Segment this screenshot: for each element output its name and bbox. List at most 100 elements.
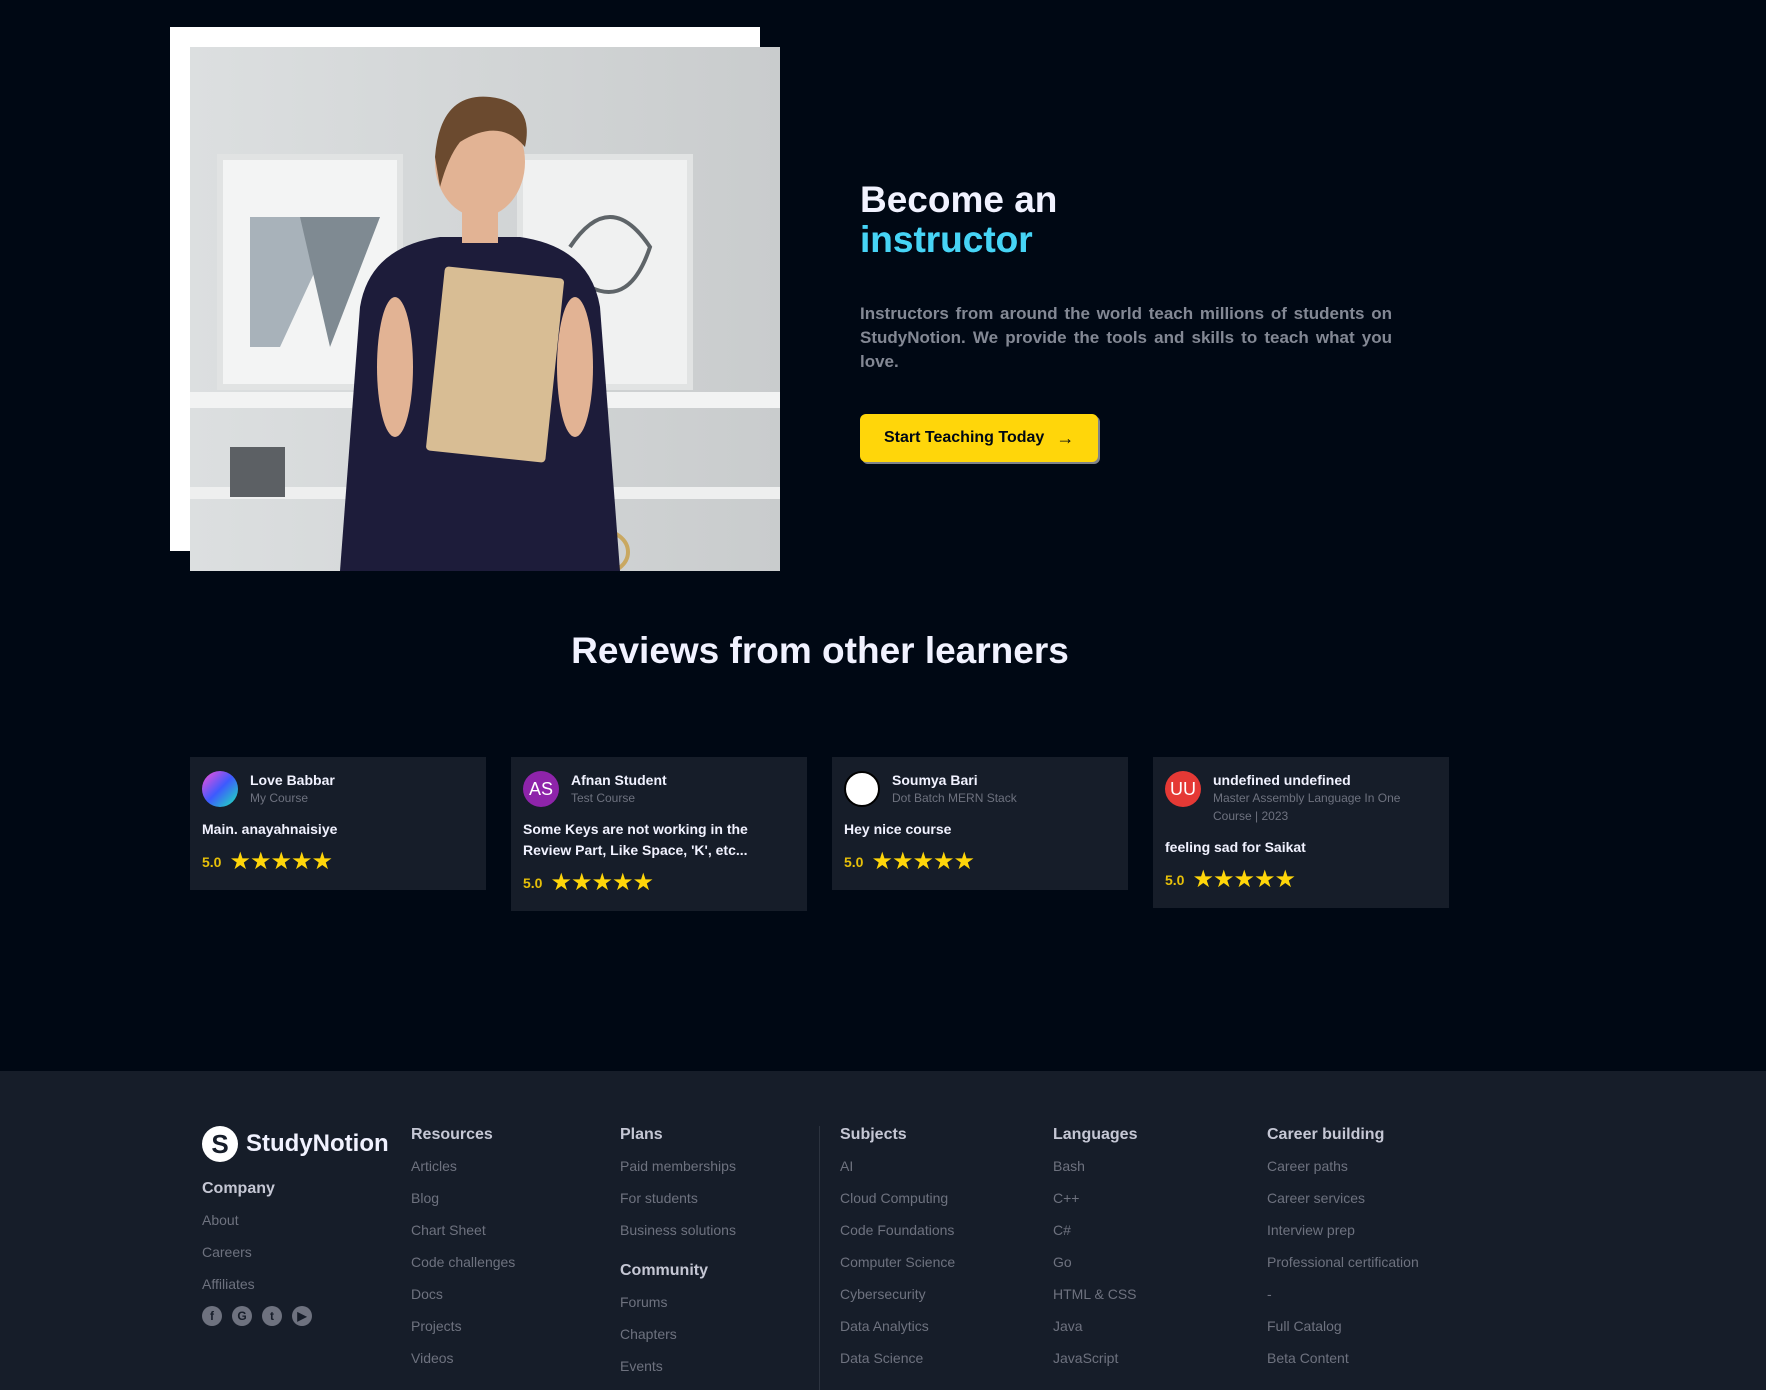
review-course: Test Course bbox=[571, 791, 636, 805]
review-text: feeling sad for Saikat bbox=[1165, 839, 1306, 855]
review-card: Soumya Bari Dot Batch MERN Stack Hey nic… bbox=[832, 757, 1128, 890]
footer-link[interactable]: C# bbox=[1053, 1220, 1137, 1240]
review-course: Dot Batch MERN Stack bbox=[892, 791, 1017, 805]
studynotion-logo[interactable]: S StudyNotion bbox=[202, 1126, 389, 1162]
footer-link[interactable]: Projects bbox=[411, 1316, 515, 1336]
google-icon[interactable]: G bbox=[232, 1306, 252, 1326]
rating-score: 5.0 bbox=[1165, 872, 1185, 888]
reviewer-name: Love Babbar bbox=[250, 772, 335, 788]
review-text: Main. anayahnaisiye bbox=[202, 821, 338, 837]
footer-link[interactable]: HTML & CSS bbox=[1053, 1284, 1137, 1304]
start-teaching-label: Start Teaching Today bbox=[884, 429, 1045, 446]
footer-link[interactable]: Code Foundations bbox=[840, 1220, 955, 1240]
social-links: f G t ▶ bbox=[202, 1306, 389, 1326]
footer-company-column: S StudyNotion Company About Careers Affi… bbox=[202, 1126, 389, 1326]
avatar: UU bbox=[1165, 771, 1201, 807]
review-rating: 5.0 ★★★★★ bbox=[523, 871, 795, 895]
reviewer-name: undefined undefined bbox=[1213, 772, 1351, 788]
footer-link[interactable]: Forums bbox=[620, 1292, 736, 1312]
footer-resources-column: Resources Articles Blog Chart Sheet Code… bbox=[411, 1126, 515, 1380]
footer-link[interactable]: Business solutions bbox=[620, 1220, 736, 1240]
review-rating: 5.0 ★★★★★ bbox=[1165, 868, 1437, 892]
footer-link[interactable]: Interview prep bbox=[1267, 1220, 1419, 1240]
start-teaching-button[interactable]: Start Teaching Today → bbox=[860, 414, 1099, 462]
footer-link[interactable]: Data Analytics bbox=[840, 1316, 955, 1336]
footer-link[interactable]: Blog bbox=[411, 1188, 515, 1208]
footer-link[interactable]: JavaScript bbox=[1053, 1348, 1137, 1368]
review-course: Master Assembly Language In One Course |… bbox=[1213, 791, 1401, 823]
footer-link[interactable]: Paid memberships bbox=[620, 1156, 736, 1176]
star-rating-icon: ★★★★★ bbox=[871, 848, 975, 875]
footer-link[interactable]: Career paths bbox=[1267, 1156, 1419, 1176]
rating-score: 5.0 bbox=[844, 854, 864, 870]
footer-languages-column: Languages Bash C++ C# Go HTML & CSS Java… bbox=[1053, 1126, 1137, 1380]
footer-link-about[interactable]: About bbox=[202, 1210, 389, 1230]
footer-link[interactable]: Professional certification bbox=[1267, 1252, 1419, 1272]
footer-link[interactable]: Chart Sheet bbox=[411, 1220, 515, 1240]
instructor-image bbox=[190, 47, 780, 571]
footer-link[interactable]: Videos bbox=[411, 1348, 515, 1368]
reviews-slider[interactable]: Love Babbar My Course Main. anayahnaisiy… bbox=[190, 757, 1450, 911]
footer-link[interactable]: - bbox=[1267, 1284, 1419, 1304]
reviews-title: Reviews from other learners bbox=[571, 630, 1069, 671]
footer-link[interactable]: Beta Content bbox=[1267, 1348, 1419, 1368]
footer-link[interactable]: Career services bbox=[1267, 1188, 1419, 1208]
heading-highlight: instructor bbox=[860, 220, 1392, 260]
review-text: Some Keys are not working in the Review … bbox=[523, 821, 748, 858]
footer-plans-column: Plans Paid memberships For students Busi… bbox=[620, 1126, 736, 1388]
footer-link[interactable]: Full Catalog bbox=[1267, 1316, 1419, 1336]
avatar: AS bbox=[523, 771, 559, 807]
review-card: UU undefined undefined Master Assembly L… bbox=[1153, 757, 1449, 908]
youtube-icon[interactable]: ▶ bbox=[292, 1306, 312, 1326]
languages-heading: Languages bbox=[1053, 1126, 1138, 1143]
community-heading: Community bbox=[620, 1262, 708, 1279]
footer-link[interactable]: Bash bbox=[1053, 1156, 1137, 1176]
instructor-heading: Become an instructor bbox=[860, 180, 1392, 260]
footer-link-affiliates[interactable]: Affiliates bbox=[202, 1274, 389, 1294]
company-heading: Company bbox=[202, 1180, 275, 1197]
reviewer-name: Afnan Student bbox=[571, 772, 667, 788]
footer-subjects-column: Subjects AI Cloud Computing Code Foundat… bbox=[840, 1126, 955, 1380]
footer-link[interactable]: Go bbox=[1053, 1252, 1137, 1272]
subjects-heading: Subjects bbox=[840, 1126, 907, 1143]
footer-link[interactable]: C++ bbox=[1053, 1188, 1137, 1208]
footer-link[interactable]: Data Science bbox=[840, 1348, 955, 1368]
star-rating-icon: ★★★★★ bbox=[1192, 866, 1296, 893]
instructor-section: Become an instructor Instructors from ar… bbox=[0, 0, 1766, 600]
footer-link[interactable]: Events bbox=[620, 1356, 736, 1376]
logo-text: StudyNotion bbox=[246, 1130, 389, 1157]
footer-link[interactable]: Computer Science bbox=[840, 1252, 955, 1272]
footer-link[interactable]: AI bbox=[840, 1156, 955, 1176]
footer-career-column: Career building Career paths Career serv… bbox=[1267, 1126, 1419, 1380]
star-rating-icon: ★★★★★ bbox=[229, 848, 333, 875]
review-rating: 5.0 ★★★★★ bbox=[202, 850, 474, 874]
avatar bbox=[202, 771, 238, 807]
instructor-text-block: Become an instructor Instructors from ar… bbox=[860, 180, 1392, 462]
footer-link[interactable]: Docs bbox=[411, 1284, 515, 1304]
footer-link[interactable]: Code challenges bbox=[411, 1252, 515, 1272]
footer-link[interactable]: Cloud Computing bbox=[840, 1188, 955, 1208]
review-text: Hey nice course bbox=[844, 821, 952, 837]
rating-score: 5.0 bbox=[202, 854, 222, 870]
twitter-icon[interactable]: t bbox=[262, 1306, 282, 1326]
avatar bbox=[844, 771, 880, 807]
footer-divider bbox=[819, 1126, 820, 1390]
footer-link-careers[interactable]: Careers bbox=[202, 1242, 389, 1262]
plans-heading: Plans bbox=[620, 1126, 663, 1143]
footer-link[interactable]: Articles bbox=[411, 1156, 515, 1176]
instructor-description: Instructors from around the world teach … bbox=[860, 304, 1392, 371]
footer-link[interactable]: Cybersecurity bbox=[840, 1284, 955, 1304]
footer-link[interactable]: Chapters bbox=[620, 1324, 736, 1344]
facebook-icon[interactable]: f bbox=[202, 1306, 222, 1326]
review-rating: 5.0 ★★★★★ bbox=[844, 850, 1116, 874]
star-rating-icon: ★★★★★ bbox=[550, 869, 654, 896]
review-card: AS Afnan Student Test Course Some Keys a… bbox=[511, 757, 807, 911]
footer: S StudyNotion Company About Careers Affi… bbox=[0, 1071, 1766, 1390]
resources-heading: Resources bbox=[411, 1126, 493, 1143]
heading-line1: Become an bbox=[860, 179, 1058, 220]
footer-link[interactable]: For students bbox=[620, 1188, 736, 1208]
arrow-right-icon: → bbox=[1056, 428, 1075, 448]
review-card: Love Babbar My Course Main. anayahnaisiy… bbox=[190, 757, 486, 890]
footer-link[interactable]: Java bbox=[1053, 1316, 1137, 1336]
career-heading: Career building bbox=[1267, 1126, 1385, 1143]
